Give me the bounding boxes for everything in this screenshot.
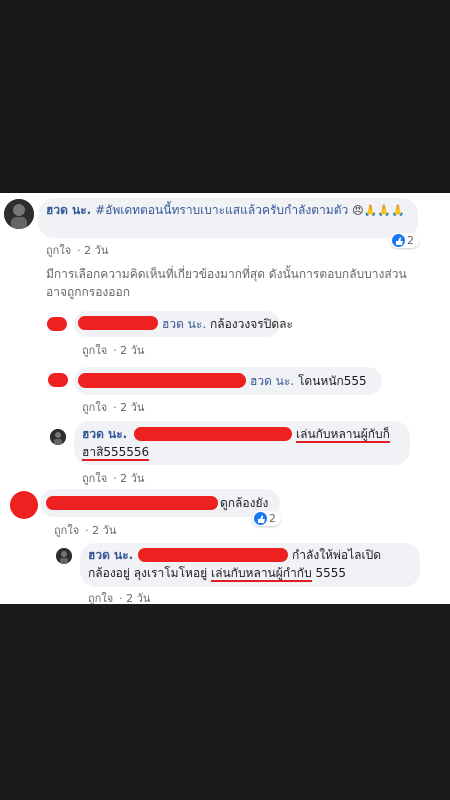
dark-top-area: [0, 0, 450, 193]
reply-text-underlined: เล่นกับหลานผู้กำกับ: [211, 566, 312, 582]
second-reply-meta: ถูกใจ · 2 วัน: [88, 592, 151, 604]
second-comment-bubble: ดูกล้องยัง: [40, 489, 280, 517]
reply-1-meta: ถูกใจ · 2 วัน: [82, 344, 145, 357]
reply-time[interactable]: 2 วัน: [126, 592, 150, 604]
reply-text: โดนหนัก555: [297, 374, 367, 388]
avatar-icon: [56, 548, 72, 564]
author-avatar[interactable]: [4, 199, 34, 229]
hashtag-link[interactable]: #อัพเดทตอนนี้ทราบเบาะแสแล้วครับกำลังตามต…: [95, 203, 348, 217]
like-icon: [254, 512, 267, 525]
reply-3-meta: ถูกใจ · 2 วัน: [82, 472, 145, 485]
reply-author[interactable]: ฮวด นะ.: [88, 548, 133, 562]
like-icon: [392, 234, 405, 247]
reply-text: กล้องวงจรปิดละ: [209, 317, 293, 331]
like-link[interactable]: ถูกใจ: [54, 524, 79, 537]
reply-author[interactable]: ฮวด นะ.: [82, 427, 127, 441]
like-link[interactable]: ถูกใจ: [82, 472, 107, 485]
redacted-name: [78, 316, 158, 330]
second-comment-meta: ถูกใจ · 2 วัน: [54, 524, 117, 537]
filter-notice: มีการเลือกความคิดเห็นที่เกี่ยวข้องมากที่…: [46, 267, 407, 299]
reaction-count[interactable]: 2: [390, 233, 419, 248]
avatar-icon: [50, 429, 66, 445]
comment-emoji: 😠🙏🙏🙏: [352, 204, 405, 217]
comment-text: ดูกล้องยัง: [220, 496, 269, 510]
like-link[interactable]: ถูกใจ: [82, 344, 107, 357]
author-avatar[interactable]: [56, 548, 72, 564]
reply-text-line2: กล้องอยู่ ลุงเราโมโหอยู่: [88, 566, 208, 580]
redacted-text: [134, 427, 292, 441]
dark-bottom-area: [0, 604, 450, 800]
redacted-avatar: [10, 491, 38, 519]
comment-time[interactable]: 2 วัน: [92, 524, 116, 537]
reply-text: กำลังให้พ่อไลเปิด: [292, 548, 382, 562]
reply-1-bubble: ฮวด นะ. กล้องวงจรปิดละ: [74, 311, 293, 337]
comment-thread-screenshot: ฮวด นะ. #อัพเดทตอนนี้ทราบเบาะแสแล้วครับก…: [0, 193, 450, 604]
top-comment-meta: ถูกใจ · 2 วัน: [46, 244, 109, 257]
second-reply-bubble: ฮวด นะ. กำลังให้พ่อไลเปิด กล้องอยู่ ลุงเ…: [80, 543, 420, 587]
like-link[interactable]: ถูกใจ: [82, 401, 107, 414]
reply-time[interactable]: 2 วัน: [120, 401, 144, 414]
reply-mention[interactable]: ฮวด นะ.: [250, 374, 294, 388]
reaction-count[interactable]: 2: [252, 511, 281, 526]
reply-time[interactable]: 2 วัน: [120, 344, 144, 357]
redacted-name: [78, 373, 246, 388]
author-avatar[interactable]: [50, 429, 66, 445]
reply-text: เล่นกับหลานผู้กับก็: [296, 427, 390, 443]
redacted-avatar: [48, 373, 68, 387]
avatar-icon: [4, 199, 34, 229]
redacted-text: [138, 548, 288, 562]
redacted-avatar: [47, 317, 67, 331]
like-link[interactable]: ถูกใจ: [46, 244, 71, 257]
top-comment-bubble: ฮวด นะ. #อัพเดทตอนนี้ทราบเบาะแสแล้วครับก…: [38, 198, 418, 238]
reply-2-bubble: ฮวด นะ. โดนหนัก555: [74, 367, 382, 395]
redacted-text: [46, 496, 218, 510]
reply-mention[interactable]: ฮวด นะ.: [162, 317, 206, 331]
reply-time[interactable]: 2 วัน: [120, 472, 144, 485]
reply-2-meta: ถูกใจ · 2 วัน: [82, 401, 145, 414]
reply-text-end: 5555: [315, 566, 347, 580]
reply-3-bubble: ฮวด นะ. เล่นกับหลานผู้กับก็ ฮาสิ555556: [74, 421, 410, 465]
like-link[interactable]: ถูกใจ: [88, 592, 113, 604]
comment-author[interactable]: ฮวด นะ.: [46, 203, 91, 217]
comment-time[interactable]: 2 วัน: [84, 244, 108, 257]
reply-text-line2: ฮาสิ555556: [82, 445, 150, 461]
